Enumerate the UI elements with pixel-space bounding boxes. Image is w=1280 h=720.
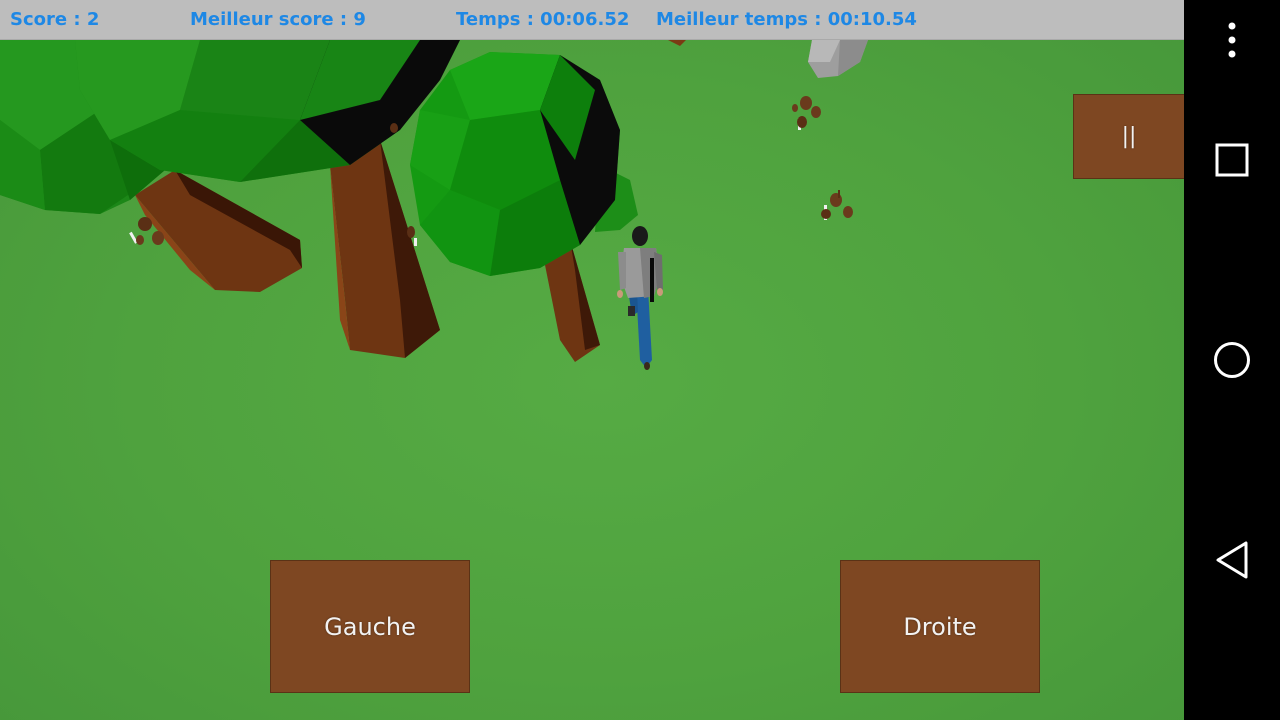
right-button-label: Droite <box>903 612 977 641</box>
score-label: Score : 2 <box>10 9 100 30</box>
home-circle-icon <box>1214 342 1250 378</box>
pause-label: || <box>1121 124 1137 149</box>
tree-right-foliage <box>410 52 638 276</box>
time-label: Temps : 00:06.52 <box>456 9 630 30</box>
game-screen: Score : 2 Meilleur score : 9 Temps : 00:… <box>0 0 1280 720</box>
left-button[interactable]: Gauche <box>270 560 470 693</box>
recents-square-icon <box>1215 143 1249 177</box>
overflow-menu-icon <box>1228 22 1236 58</box>
best-score-label: Meilleur score : 9 <box>190 9 366 30</box>
mushroom-cluster-2 <box>821 190 853 220</box>
pause-button[interactable]: || <box>1073 94 1184 179</box>
back-triangle-icon <box>1216 541 1248 579</box>
trunk-fragment <box>668 40 686 46</box>
mushroom-cluster-1 <box>792 96 821 130</box>
android-nav-bar <box>1184 0 1280 720</box>
best-time-label: Meilleur temps : 00:10.54 <box>656 9 917 30</box>
hud-bar: Score : 2 Meilleur score : 9 Temps : 00:… <box>0 0 1184 40</box>
game-view[interactable]: Score : 2 Meilleur score : 9 Temps : 00:… <box>0 0 1184 720</box>
rock <box>808 40 868 78</box>
overflow-menu-button[interactable] <box>1184 16 1280 64</box>
back-button[interactable] <box>1184 536 1280 584</box>
right-button[interactable]: Droite <box>840 560 1040 693</box>
recents-button[interactable] <box>1184 136 1280 184</box>
left-button-label: Gauche <box>324 612 416 641</box>
tree-left-trunk <box>135 170 302 292</box>
player-character <box>617 226 663 370</box>
home-button[interactable] <box>1184 336 1280 384</box>
